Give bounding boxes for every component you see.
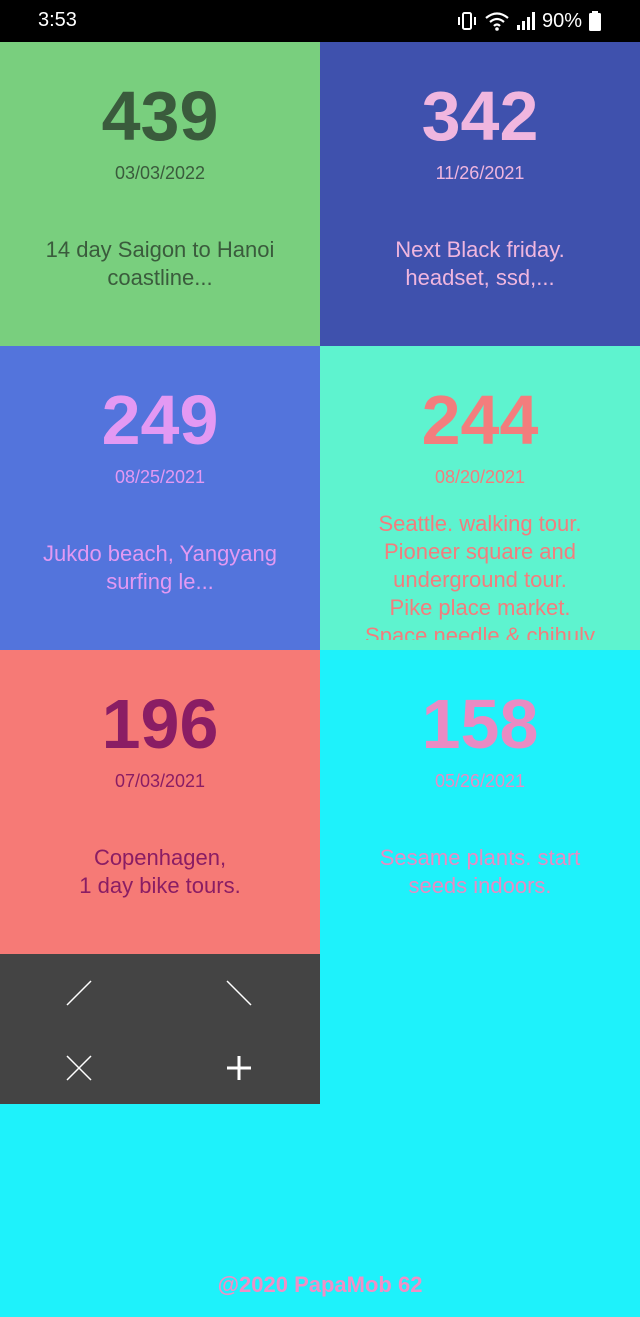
card-count: 196 [101, 685, 219, 763]
footer-copyright: @2020 PapaMob 62 [217, 1272, 423, 1297]
battery-text: 90% [541, 9, 582, 32]
control-panel [0, 954, 320, 1104]
card-note: Seattle. walking tour. Pioneer square an… [365, 511, 595, 640]
card-item[interactable]: 342 11/26/2021 Next Black friday. headse… [320, 42, 640, 346]
card-date: 08/20/2021 [434, 467, 526, 487]
card-count: 342 [421, 77, 539, 155]
signal-icon [516, 10, 536, 32]
card-date: 07/03/2021 [114, 771, 206, 791]
collapse-diagonal-icon[interactable] [219, 973, 259, 1013]
battery-icon [588, 10, 602, 32]
add-icon[interactable] [219, 1048, 259, 1088]
card-count: 244 [421, 381, 539, 459]
card-date: 08/25/2021 [114, 467, 206, 487]
expand-diagonal-icon[interactable] [59, 973, 99, 1013]
card-item[interactable]: 244 08/20/2021 Seattle. walking tour. Pi… [320, 346, 640, 650]
card-count: 439 [101, 77, 219, 155]
card-count: 249 [101, 381, 219, 459]
status-bar: 3:53 90% [0, 0, 640, 42]
status-time: 3:53 [38, 9, 77, 31]
card-note: 14 day Saigon to Hanoi coastline... [45, 237, 275, 290]
status-icons: 90% [456, 8, 602, 34]
card-date: 05/26/2021 [434, 771, 526, 791]
card-count: 158 [421, 685, 539, 763]
card-item[interactable]: 249 08/25/2021 Jukdo beach, Yangyang sur… [0, 346, 320, 650]
card-note: Sesame plants. start seeds indoors. [379, 845, 581, 898]
card-item[interactable]: 196 07/03/2021 Copenhagen, 1 day bike to… [0, 650, 320, 954]
vibrate-icon [456, 10, 478, 32]
close-icon[interactable] [59, 1048, 99, 1088]
card-item[interactable]: 158 05/26/2021 Sesame plants. start seed… [320, 650, 640, 954]
card-note: Jukdo beach, Yangyang surfing le... [42, 541, 278, 594]
card-note: Copenhagen, 1 day bike tours. [79, 845, 241, 898]
card-item[interactable]: 439 03/03/2022 14 day Saigon to Hanoi co… [0, 42, 320, 346]
card-date: 11/26/2021 [435, 163, 525, 183]
card-note: Next Black friday. headset, ssd,... [395, 237, 565, 290]
card-date: 03/03/2022 [114, 163, 206, 183]
wifi-icon [484, 10, 510, 32]
